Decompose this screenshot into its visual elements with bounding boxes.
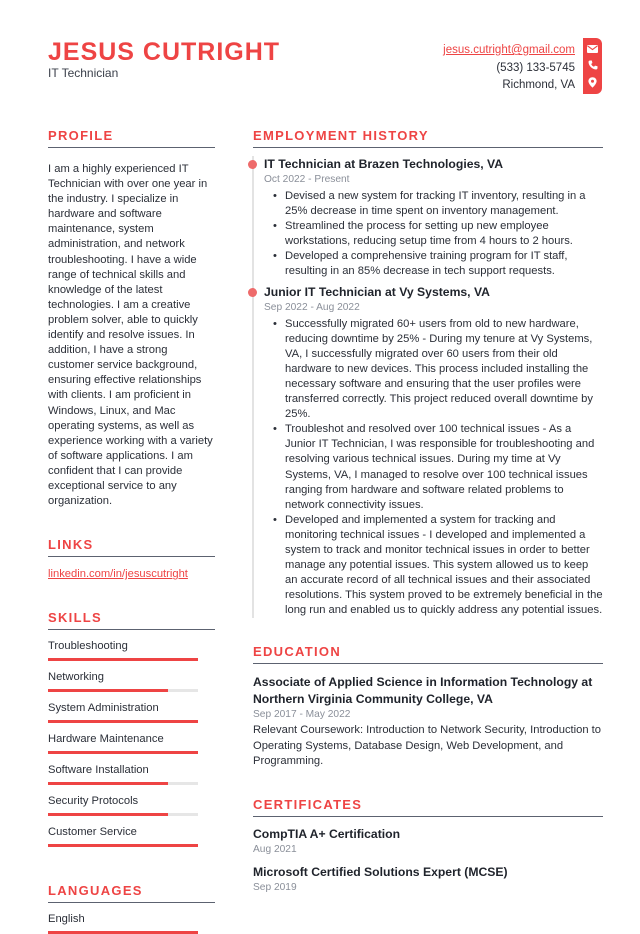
certificate-title: CompTIA A+ Certification bbox=[253, 826, 401, 841]
candidate-name: JESUS CUTRIGHT bbox=[48, 38, 281, 66]
skill-level-track bbox=[48, 658, 198, 662]
email-link[interactable]: jesus.cutright@gmail.com bbox=[443, 44, 575, 56]
job-bullet: Developed and implemented a system for t… bbox=[273, 513, 603, 619]
job-bullet: Successfully migrated 60+ users from old… bbox=[273, 317, 603, 423]
skill-label: Hardware Maintenance bbox=[48, 733, 164, 746]
languages-section: LANGUAGES English bbox=[48, 883, 215, 934]
certificate-item: CompTIA A+ Certification Aug 2021 bbox=[253, 826, 603, 857]
job-entry: Junior IT Technician at Vy Systems, VA Se… bbox=[248, 284, 603, 619]
skill-level-track bbox=[48, 689, 198, 693]
job-bullet: Developed a comprehensive training progr… bbox=[273, 249, 603, 279]
employment-section: EMPLOYMENT HISTORY IT Technician at Braz… bbox=[248, 128, 603, 619]
employment-heading: EMPLOYMENT HISTORY bbox=[253, 128, 603, 148]
job-dates: Oct 2022 - Present bbox=[264, 174, 350, 185]
job-bullets: Successfully migrated 60+ users from old… bbox=[273, 317, 603, 619]
language-label: English bbox=[48, 913, 85, 926]
skill-label: Customer Service bbox=[48, 826, 137, 839]
skill-item: Networking bbox=[48, 671, 215, 693]
timeline-dot bbox=[248, 160, 257, 169]
certificate-date: Sep 2019 bbox=[253, 881, 297, 893]
skill-level-fill bbox=[48, 844, 198, 848]
skill-level-track bbox=[48, 813, 198, 817]
links-heading: LINKS bbox=[48, 537, 215, 558]
certificate-title: Microsoft Certified Solutions Expert (MC… bbox=[253, 864, 508, 879]
languages-heading: LANGUAGES bbox=[48, 883, 215, 904]
education-section: EDUCATION Associate of Applied Science i… bbox=[253, 644, 603, 768]
skill-label: Security Protocols bbox=[48, 795, 139, 808]
linkedin-link[interactable]: linkedin.com/in/jesuscutright bbox=[48, 568, 215, 580]
skill-level-track bbox=[48, 844, 198, 848]
certificates-section: CERTIFICATES CompTIA A+ Certification Au… bbox=[253, 797, 603, 895]
links-section: LINKS linkedin.com/in/jesuscutright bbox=[48, 537, 215, 580]
certificate-date: Aug 2021 bbox=[253, 843, 297, 855]
skill-level-fill bbox=[48, 720, 198, 724]
profile-heading: PROFILE bbox=[48, 128, 215, 148]
education-heading: EDUCATION bbox=[253, 644, 603, 665]
phone-icon bbox=[588, 60, 598, 70]
skill-level-fill bbox=[48, 751, 198, 755]
education-item: Associate of Applied Science in Informat… bbox=[253, 674, 603, 768]
skill-item: Troubleshooting bbox=[48, 640, 215, 662]
skill-level-fill bbox=[48, 813, 168, 817]
skill-level-track bbox=[48, 782, 198, 786]
phone-number: (533) 133-5745 bbox=[496, 61, 575, 74]
skill-label: Software Installation bbox=[48, 764, 149, 777]
certificates-heading: CERTIFICATES bbox=[253, 797, 603, 817]
left-column: PROFILE I am a highly experienced IT Tec… bbox=[48, 128, 215, 934]
skill-item: Customer Service bbox=[48, 826, 215, 848]
job-title: IT Technician at Brazen Technologies, VA bbox=[264, 157, 504, 171]
skill-item: System Administration bbox=[48, 702, 215, 724]
skill-level-track bbox=[48, 751, 198, 755]
right-column: EMPLOYMENT HISTORY IT Technician at Braz… bbox=[248, 128, 603, 895]
job-bullets: Devised a new system for tracking IT inv… bbox=[273, 189, 603, 280]
skill-item: Security Protocols bbox=[48, 795, 215, 817]
skill-level-track bbox=[48, 720, 198, 724]
map-pin-icon bbox=[588, 76, 597, 88]
skill-item: Software Installation bbox=[48, 764, 215, 786]
education-description: Relevant Coursework: Introduction to Net… bbox=[253, 724, 602, 767]
skill-label: System Administration bbox=[48, 702, 159, 715]
skill-item: Hardware Maintenance bbox=[48, 733, 215, 755]
profile-section: PROFILE I am a highly experienced IT Tec… bbox=[48, 128, 215, 509]
job-dates: Sep 2022 - Aug 2022 bbox=[264, 301, 360, 313]
location: Richmond, VA bbox=[502, 79, 575, 91]
job-bullet: Devised a new system for tracking IT inv… bbox=[273, 189, 603, 219]
envelope-icon bbox=[587, 44, 598, 53]
skill-level-fill bbox=[48, 782, 168, 786]
language-item: English bbox=[48, 913, 215, 934]
education-dates: Sep 2017 - May 2022 bbox=[253, 709, 351, 721]
job-bullet: Troubleshot and resolved over 100 techni… bbox=[273, 422, 603, 513]
skill-level-fill bbox=[48, 689, 168, 693]
employment-timeline: IT Technician at Brazen Technologies, VA… bbox=[248, 156, 603, 619]
skill-label: Networking bbox=[48, 671, 104, 684]
education-title: Associate of Applied Science in Informat… bbox=[253, 675, 593, 707]
timeline-dot bbox=[248, 287, 257, 297]
skill-label: Troubleshooting bbox=[48, 640, 128, 653]
candidate-title: IT Technician bbox=[48, 66, 119, 80]
contact-info: jesus.cutright@gmail.com (533) 133-5745 … bbox=[443, 42, 575, 95]
skills-heading: SKILLS bbox=[48, 610, 215, 631]
skills-section: SKILLS Troubleshooting Networking System A… bbox=[48, 610, 215, 848]
job-entry: IT Technician at Brazen Technologies, VA… bbox=[248, 156, 603, 280]
job-bullet: Streamlined the process for setting up n… bbox=[273, 219, 603, 249]
skill-level-fill bbox=[48, 658, 198, 662]
certificate-item: Microsoft Certified Solutions Expert (MC… bbox=[253, 864, 603, 895]
profile-text: I am a highly experienced IT Technician … bbox=[48, 163, 213, 508]
contact-icon-bar bbox=[583, 38, 602, 94]
job-title: Junior IT Technician at Vy Systems, VA bbox=[264, 284, 490, 299]
